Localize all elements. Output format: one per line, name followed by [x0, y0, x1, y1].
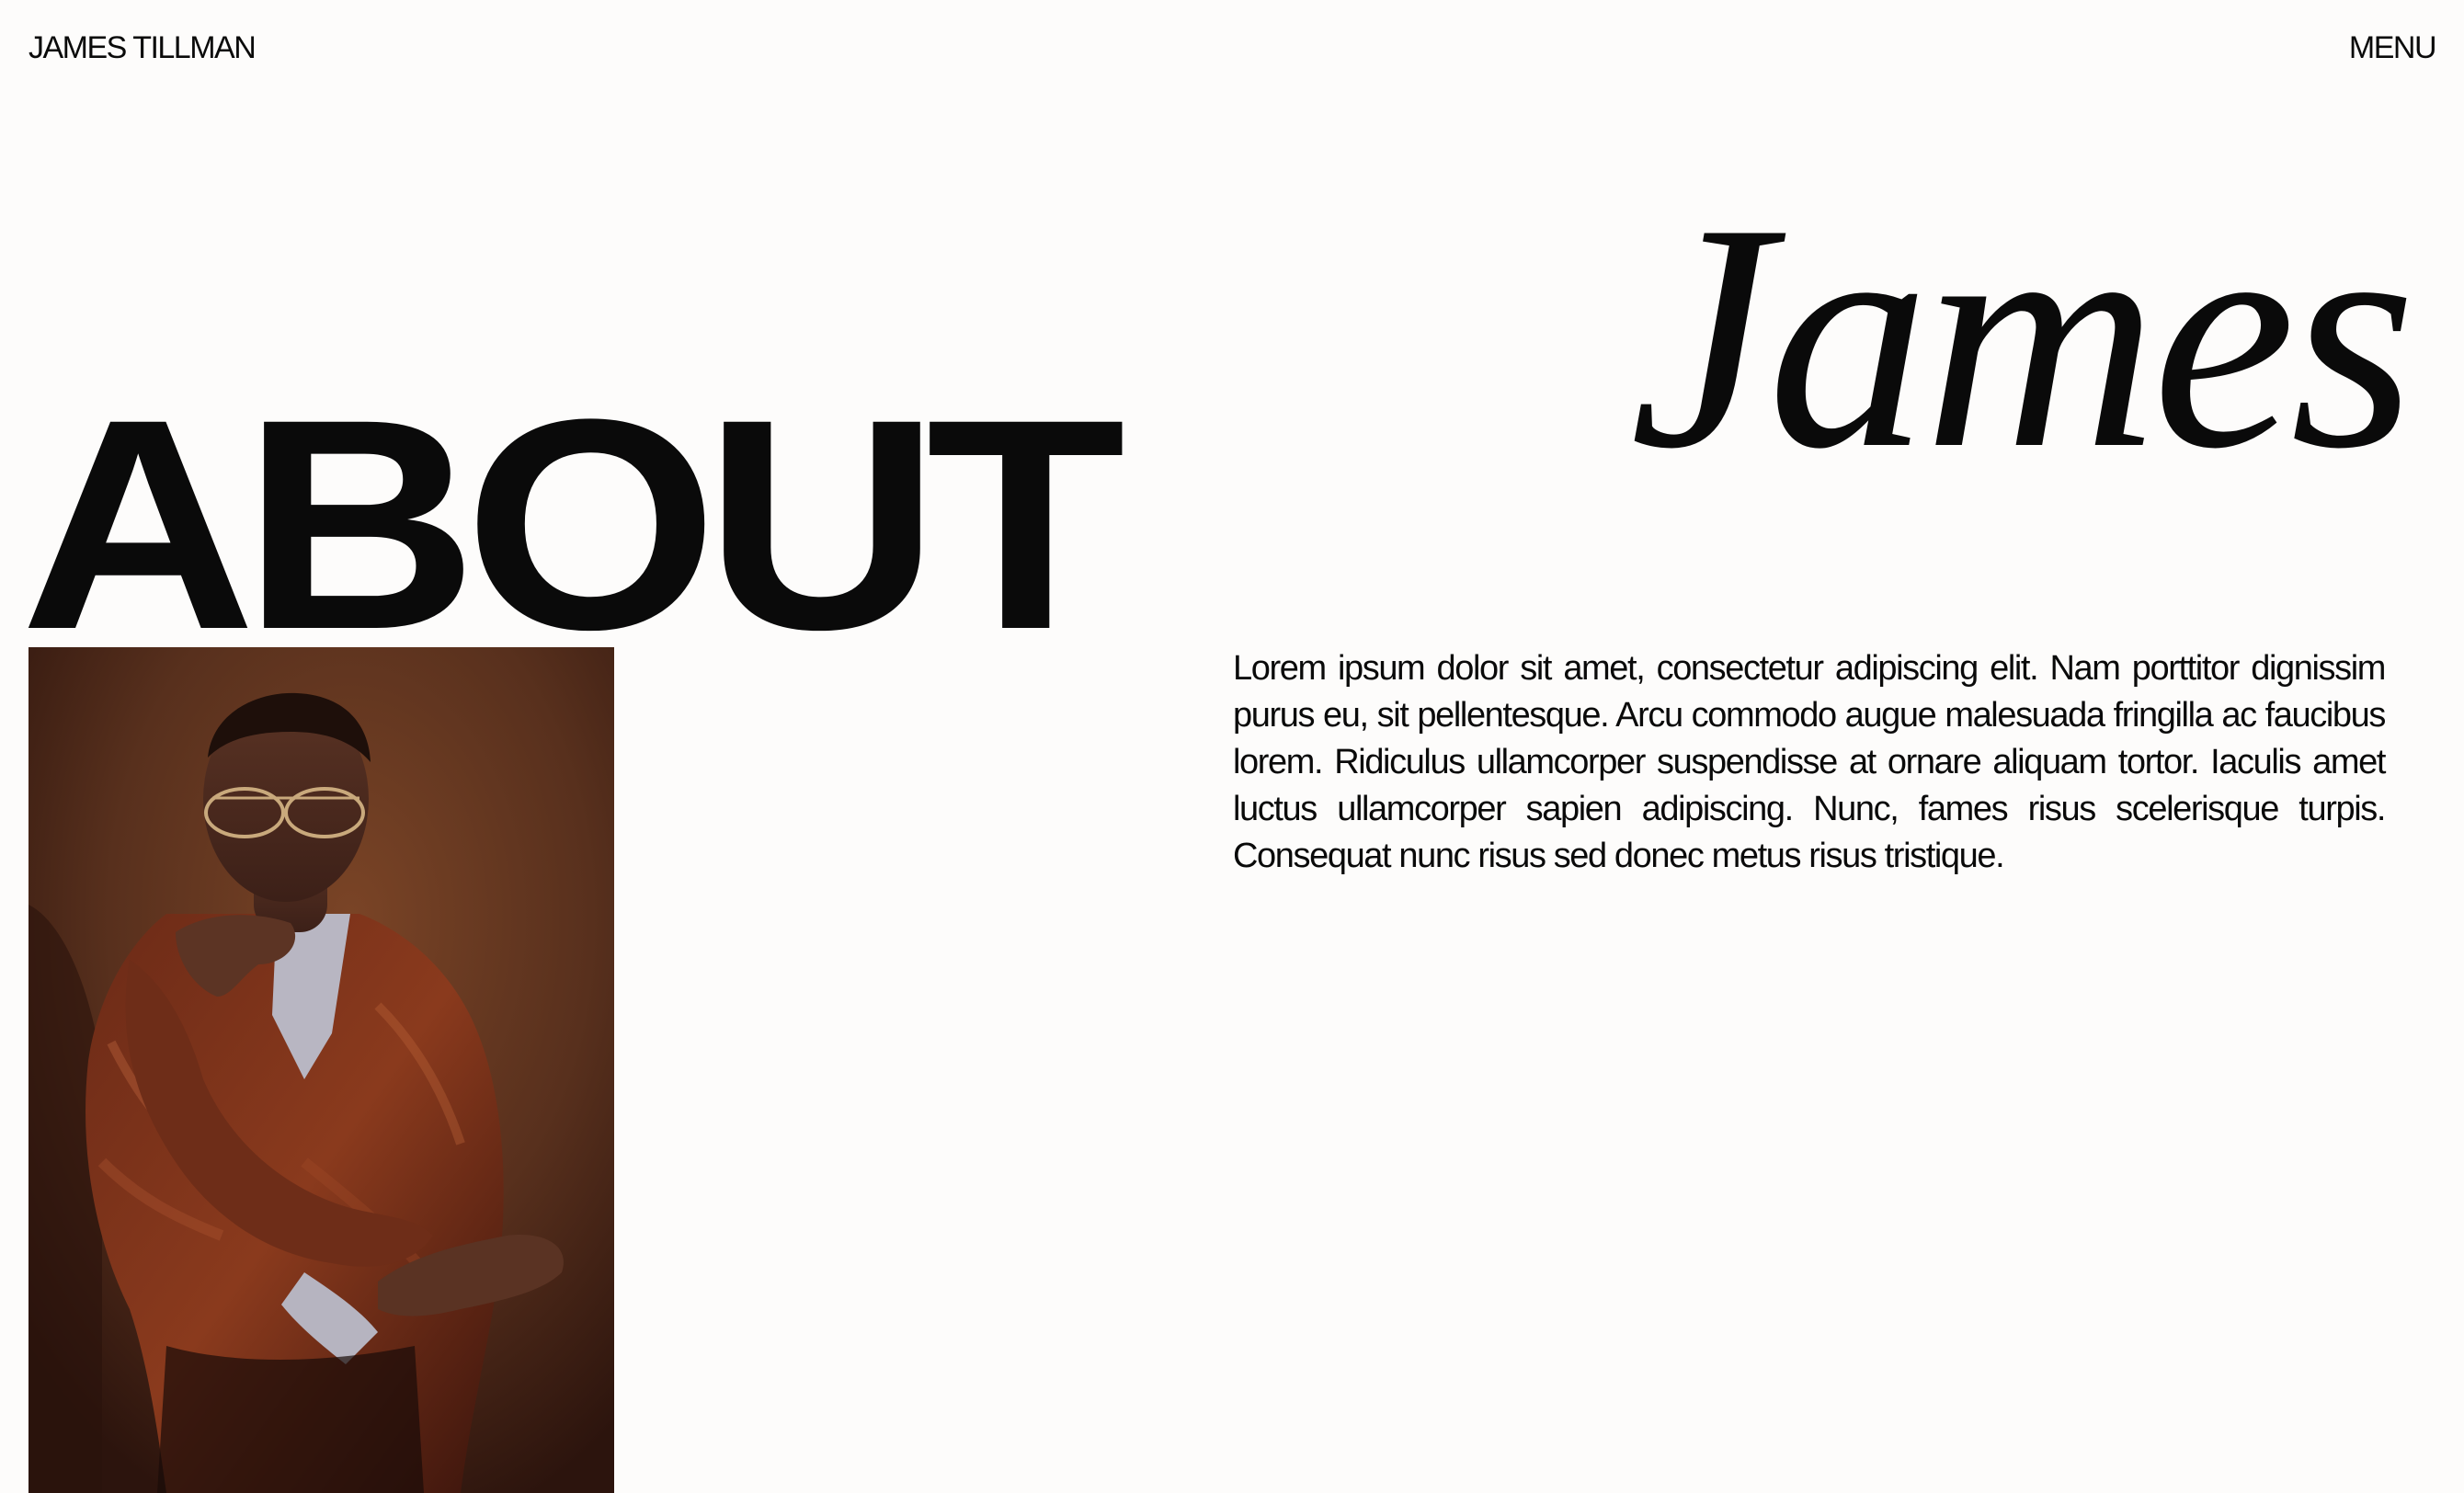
site-title[interactable]: JAMES TILLMAN [29, 26, 257, 70]
bio-paragraph: Lorem ipsum dolor sit amet, consectetur … [1233, 649, 2386, 875]
menu-button[interactable]: MENU [2349, 26, 2437, 70]
portrait-photo [29, 647, 614, 1493]
about-heading: ABOUT [20, 358, 1125, 693]
name-heading: James [1629, 157, 2416, 516]
